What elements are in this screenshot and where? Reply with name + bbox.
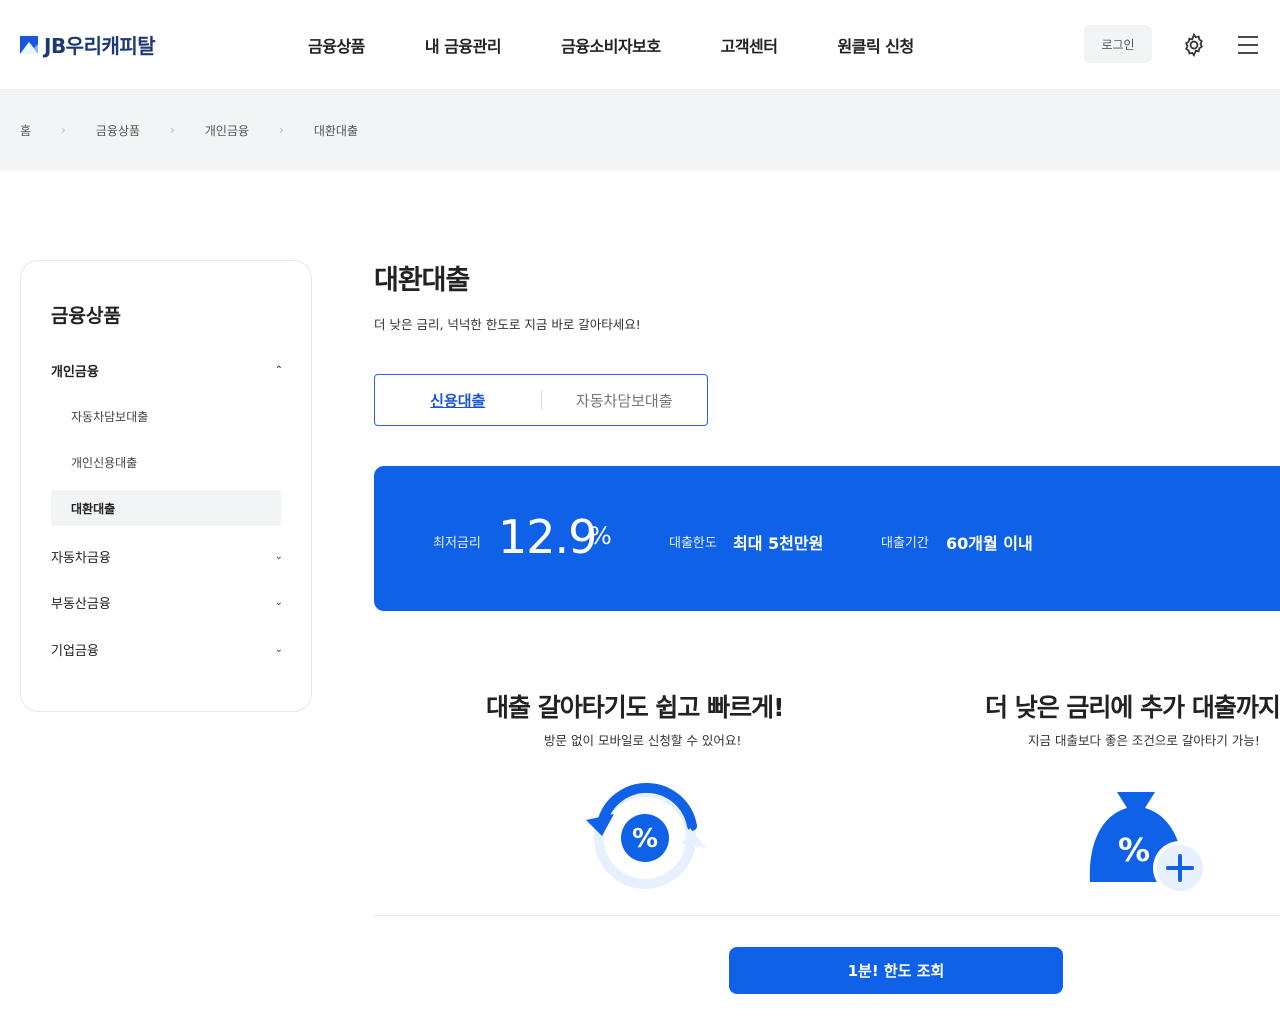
- sidebar-title: 금융상품: [51, 305, 121, 327]
- sidebar-item-label: 개인금융: [51, 365, 99, 380]
- chevron-up-icon: ⌃: [274, 365, 283, 376]
- tab-credit-loan[interactable]: 신용대출: [375, 390, 541, 411]
- hamburger-menu-icon[interactable]: [1236, 34, 1260, 56]
- sidebar-subitem-personal-credit-loan[interactable]: 개인신용대출: [51, 444, 281, 480]
- site-header: JB우리캐피탈 금융상품 내 금융관리 금융소비자보호 고객센터 원클릭 신청 …: [0, 0, 1280, 90]
- feature-subtitle: 지금 대출보다 좋은 조건으로 갈아타기 가능!: [1028, 733, 1260, 748]
- logo-text: JB우리캐피탈: [44, 34, 156, 58]
- loan-summary-banner: 최저금리 12.9 % 대출한도 최대 5천만원 대출기간 60개월 이내: [374, 466, 1280, 611]
- chevron-down-icon: ⌄: [274, 644, 283, 655]
- page-description: 더 낮은 금리, 넉넉한 한도로 지금 바로 갈아타세요!: [374, 317, 641, 332]
- sidebar: 금융상품 개인금융 ⌃ 자동차담보대출 개인신용대출 대환대출 자동차금융 ⌄ …: [20, 260, 312, 712]
- sidebar-item-label: 자동차금융: [51, 551, 111, 566]
- nav-financial-products[interactable]: 금융상품: [308, 33, 365, 57]
- sidebar-item-personal-finance[interactable]: 개인금융 ⌃: [51, 361, 283, 380]
- breadcrumb-financial-products[interactable]: 금융상품: [96, 122, 140, 139]
- nav-one-click-apply[interactable]: 원클릭 신청: [838, 33, 915, 57]
- breadcrumb-current[interactable]: 대환대출: [314, 122, 358, 139]
- login-button[interactable]: 로그인: [1084, 25, 1152, 63]
- nav-my-finance[interactable]: 내 금융관리: [425, 33, 502, 57]
- limit-inquiry-button[interactable]: 1분! 한도 조회: [729, 947, 1063, 994]
- breadcrumb-personal-finance[interactable]: 개인금융: [205, 122, 249, 139]
- limit-value: 최대 5천만원: [733, 534, 824, 553]
- sidebar-subitem-refinance-loan[interactable]: 대환대출: [51, 490, 281, 526]
- svg-text:%: %: [1118, 831, 1150, 869]
- breadcrumb-separator-icon: ›: [279, 123, 284, 137]
- page-title: 대환대출: [374, 265, 470, 296]
- money-bag-plus-icon: %: [1089, 792, 1207, 895]
- feature-title: 대출 갈아타기도 쉽고 빠르게!: [486, 693, 785, 722]
- breadcrumb: 홈 › 금융상품 › 개인금융 › 대환대출: [0, 90, 1280, 170]
- main-nav: 금융상품 내 금융관리 금융소비자보호 고객센터 원클릭 신청: [308, 33, 974, 57]
- svg-text:%: %: [632, 824, 658, 854]
- sidebar-subitem-auto-secured-loan[interactable]: 자동차담보대출: [51, 398, 281, 434]
- rate-unit: %: [589, 522, 612, 550]
- rate-label: 최저금리: [433, 536, 481, 551]
- gear-icon[interactable]: [1181, 32, 1207, 58]
- feature-subtitle: 방문 없이 모바일로 신청할 수 있어요!: [544, 733, 742, 748]
- rate-value: 12.9: [498, 510, 597, 564]
- nav-customer-center[interactable]: 고객센터: [721, 33, 778, 57]
- refresh-percent-icon: %: [586, 782, 706, 889]
- period-label: 대출기간: [881, 536, 929, 551]
- feature-title: 더 낮은 금리에 추가 대출까지: [985, 693, 1280, 722]
- chevron-down-icon: ⌄: [274, 597, 283, 608]
- breadcrumb-separator-icon: ›: [170, 123, 175, 137]
- section-divider: [374, 915, 1280, 916]
- limit-label: 대출한도: [669, 536, 717, 551]
- breadcrumb-home[interactable]: 홈: [20, 122, 31, 139]
- sidebar-item-corporate-finance[interactable]: 기업금융 ⌄: [51, 640, 283, 659]
- tab-auto-secured-loan[interactable]: 자동차담보대출: [541, 390, 707, 411]
- sidebar-item-auto-finance[interactable]: 자동차금융 ⌄: [51, 547, 283, 566]
- loan-type-tabs: 신용대출 자동차담보대출: [374, 374, 708, 426]
- chevron-down-icon: ⌄: [274, 551, 283, 562]
- nav-consumer-protection[interactable]: 금융소비자보호: [561, 33, 661, 57]
- sidebar-item-label: 부동산금융: [51, 597, 111, 612]
- logo-mark-icon: [20, 35, 38, 54]
- breadcrumb-separator-icon: ›: [61, 123, 66, 137]
- period-value: 60개월 이내: [946, 534, 1033, 553]
- logo[interactable]: JB우리캐피탈: [20, 30, 156, 59]
- sidebar-item-label: 기업금융: [51, 644, 99, 659]
- sidebar-item-real-estate-finance[interactable]: 부동산금융 ⌄: [51, 593, 283, 612]
